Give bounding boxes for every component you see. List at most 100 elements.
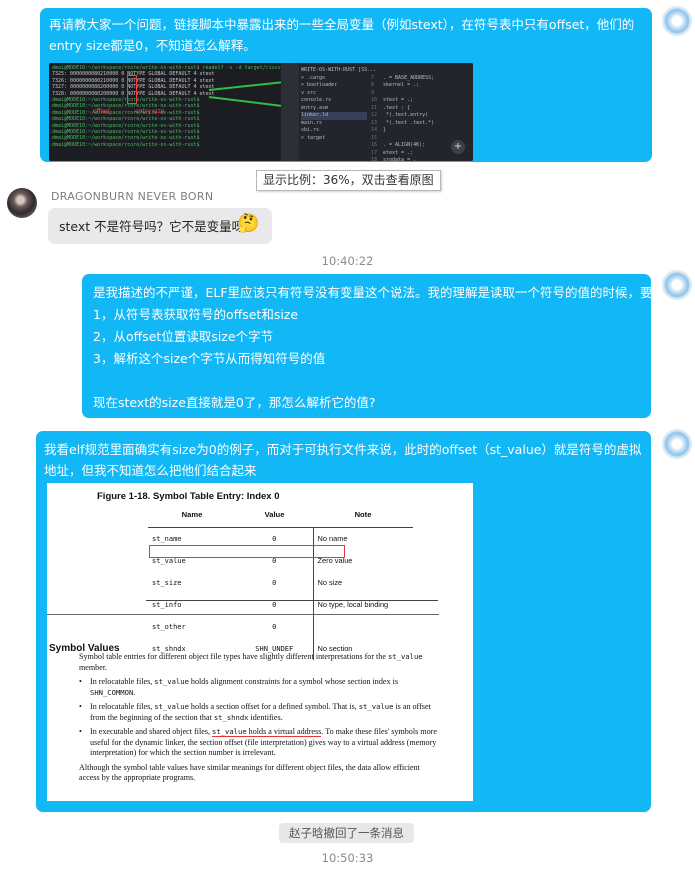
line-number: 17 bbox=[371, 149, 378, 156]
table-row: st_other 0 bbox=[148, 616, 413, 638]
section-body: Symbol table entries for different objec… bbox=[79, 652, 439, 788]
line-number: 12 bbox=[371, 112, 378, 118]
line-number: 14 bbox=[371, 127, 378, 133]
line-number: 16 bbox=[371, 142, 378, 148]
code-line: 16 . = ALIGN(4K); bbox=[371, 142, 434, 150]
sender-name: DRAGONBURN NEVER BORN bbox=[51, 190, 214, 203]
code-line: 17 etext = .; bbox=[371, 150, 434, 158]
code-text: etext = .; bbox=[383, 149, 414, 156]
plus-icon[interactable]: + bbox=[451, 140, 465, 154]
activity-bar bbox=[281, 63, 299, 161]
code-line: 13 *(.text .text.*) bbox=[371, 120, 434, 128]
table-cell: st_info bbox=[152, 601, 182, 609]
message-bubble-spec[interactable]: 我看elf规范里面确实有size为0的例子，而对于可执行文件来说，此时的offs… bbox=[36, 431, 651, 812]
file-tree-item[interactable]: > bootloader bbox=[301, 82, 367, 90]
table-bottom-rule bbox=[146, 600, 438, 601]
my-avatar[interactable] bbox=[662, 6, 692, 36]
line-number: 18 bbox=[371, 157, 378, 161]
code-text: stext = .; bbox=[383, 97, 414, 103]
offset-annotation: offset bbox=[93, 108, 110, 115]
message-line: 2，从offset位置读取size个字节 bbox=[93, 329, 274, 344]
table-row: st_info 0 No type, local binding bbox=[148, 594, 413, 616]
table-row: st_size 0 No size bbox=[148, 572, 413, 594]
file-tree-item[interactable]: main.rs bbox=[301, 120, 367, 128]
zoom-ratio-tooltip: 显示比例：36%，双击查看原图 bbox=[256, 170, 441, 191]
code-line: 9 bbox=[371, 90, 434, 98]
message-text: stext 不是符号吗？它不是变量呀 bbox=[59, 219, 245, 234]
code-text: . = BASE_ADDRESS; bbox=[383, 74, 435, 81]
line-number: 9 bbox=[371, 89, 375, 96]
code-text: } bbox=[383, 127, 387, 133]
bullet-item: In relocatable files, st_value holds ali… bbox=[79, 677, 439, 698]
screenshot-thumbnail[interactable]: dmai@MODE10:~/workspace/rcore/write-os-w… bbox=[49, 63, 473, 161]
table-cell: No size bbox=[317, 578, 343, 587]
file-tree-item[interactable]: > .cargo bbox=[301, 75, 367, 83]
size-column-highlight bbox=[127, 75, 137, 104]
line-number: 10 bbox=[371, 97, 378, 103]
column-header: Name bbox=[148, 503, 236, 528]
code-line: 7 . = BASE_ADDRESS; bbox=[371, 75, 434, 83]
file-tree-item[interactable]: v src bbox=[301, 90, 367, 98]
code-text: . = ALIGN(4K); bbox=[383, 142, 426, 148]
line-number: 8 bbox=[371, 82, 375, 88]
code-line: 15 bbox=[371, 135, 434, 143]
dragonburn-avatar[interactable] bbox=[7, 188, 37, 218]
code-text: *(.text.entry) bbox=[383, 112, 429, 118]
section-divider bbox=[47, 614, 439, 615]
table-cell: No type, local binding bbox=[317, 600, 389, 609]
file-tree-item[interactable]: > target bbox=[301, 135, 367, 143]
my-avatar[interactable] bbox=[662, 270, 692, 300]
file-tree-item[interactable]: console.rs bbox=[301, 97, 367, 105]
underlined-phrase: st_value holds a virtual address bbox=[212, 727, 322, 737]
code-text: .text : { bbox=[383, 104, 411, 111]
file-tree-item[interactable]: linker.ld bbox=[301, 112, 367, 120]
spec-screenshot[interactable]: Figure 1-18. Symbol Table Entry: Index 0… bbox=[47, 483, 473, 801]
line-number: 13 bbox=[371, 119, 378, 126]
code-line: 12 *(.text.entry) bbox=[371, 112, 434, 120]
st-size-highlight bbox=[149, 545, 345, 558]
message-bubble-question[interactable]: 再请教大家一个问题，链接脚本中暴露出来的一些全局变量（例如stext），在符号表… bbox=[40, 8, 652, 162]
editor-window: WRITE-OS-WITH-RUST [SS... > .cargo > bootl… bbox=[281, 63, 473, 161]
file-tree-item[interactable]: WRITE-OS-WITH-RUST [SS... bbox=[301, 67, 376, 75]
entry-size-annotation: entry size bbox=[135, 108, 165, 115]
table-cell: 0 bbox=[236, 594, 314, 616]
message-bubble-reply[interactable]: stext 不是符号吗？它不是变量呀 🤔 bbox=[48, 208, 272, 244]
line-number: 11 bbox=[371, 104, 378, 111]
file-tree-item[interactable]: sbi.rs bbox=[301, 127, 367, 135]
timestamp: 10:50:33 bbox=[321, 851, 374, 865]
column-header: Note bbox=[313, 503, 413, 528]
symbol-table: Name Value Note st_name 0 No name st_value 0… bbox=[148, 503, 413, 660]
message-line: 3，解析这个size个字节从而得知符号的值 bbox=[93, 351, 326, 366]
file-tree-item[interactable]: entry.asm bbox=[301, 105, 367, 113]
code-line: 8 skernel = .; bbox=[371, 82, 434, 90]
linker-script-code: 7 . = BASE_ADDRESS; 8 skernel = .; 9 10 stext … bbox=[371, 67, 434, 162]
code-text: *(.text .text.*) bbox=[383, 119, 435, 126]
message-line: 是我描述的不严谨，ELF里应该只有符号没有变量这个说法。我的理解是读取一个符号的… bbox=[93, 285, 657, 300]
code-line: 10 stext = .; bbox=[371, 97, 434, 105]
my-avatar[interactable] bbox=[662, 429, 692, 459]
paragraph: Symbol table entries for different objec… bbox=[79, 652, 423, 672]
code-text: srodata = . bbox=[383, 157, 417, 161]
code-line: 18 srodata = . bbox=[371, 157, 434, 161]
bullet-item: In relocatable files, st_value holds a s… bbox=[79, 702, 439, 723]
recall-notice: 赵子晗撤回了一条消息 bbox=[279, 823, 414, 843]
bullet-item: In executable and shared object files, s… bbox=[79, 727, 439, 759]
table-cell bbox=[313, 616, 413, 638]
table-cell: st_size bbox=[152, 579, 182, 587]
code-line: 11 .text : { bbox=[371, 105, 434, 113]
table-cell: 0 bbox=[236, 572, 314, 594]
message-line: 现在stext的size直接就是0了，那怎么解析它的值? bbox=[93, 395, 376, 410]
table-cell: 0 bbox=[236, 616, 314, 638]
column-header: Value bbox=[236, 503, 313, 528]
paragraph: Although the symbol table values have si… bbox=[79, 762, 420, 783]
file-tree: WRITE-OS-WITH-RUST [SS... > .cargo > bootl… bbox=[301, 67, 376, 143]
message-line: 1，从符号表获取符号的offset和size bbox=[93, 307, 299, 322]
message-text: 再请教大家一个问题，链接脚本中暴露出来的一些全局变量（例如stext），在符号表… bbox=[49, 17, 635, 53]
line-number: 15 bbox=[371, 134, 378, 141]
line-number: 7 bbox=[371, 74, 375, 81]
message-bubble-explanation[interactable]: 是我描述的不严谨，ELF里应该只有符号没有变量这个说法。我的理解是读取一个符号的… bbox=[82, 274, 657, 418]
message-text: 我看elf规范里面确实有size为0的例子，而对于可执行文件来说，此时的offs… bbox=[44, 442, 642, 478]
table-cell: st_other bbox=[152, 623, 186, 631]
thinking-emoji: 🤔 bbox=[237, 213, 260, 234]
